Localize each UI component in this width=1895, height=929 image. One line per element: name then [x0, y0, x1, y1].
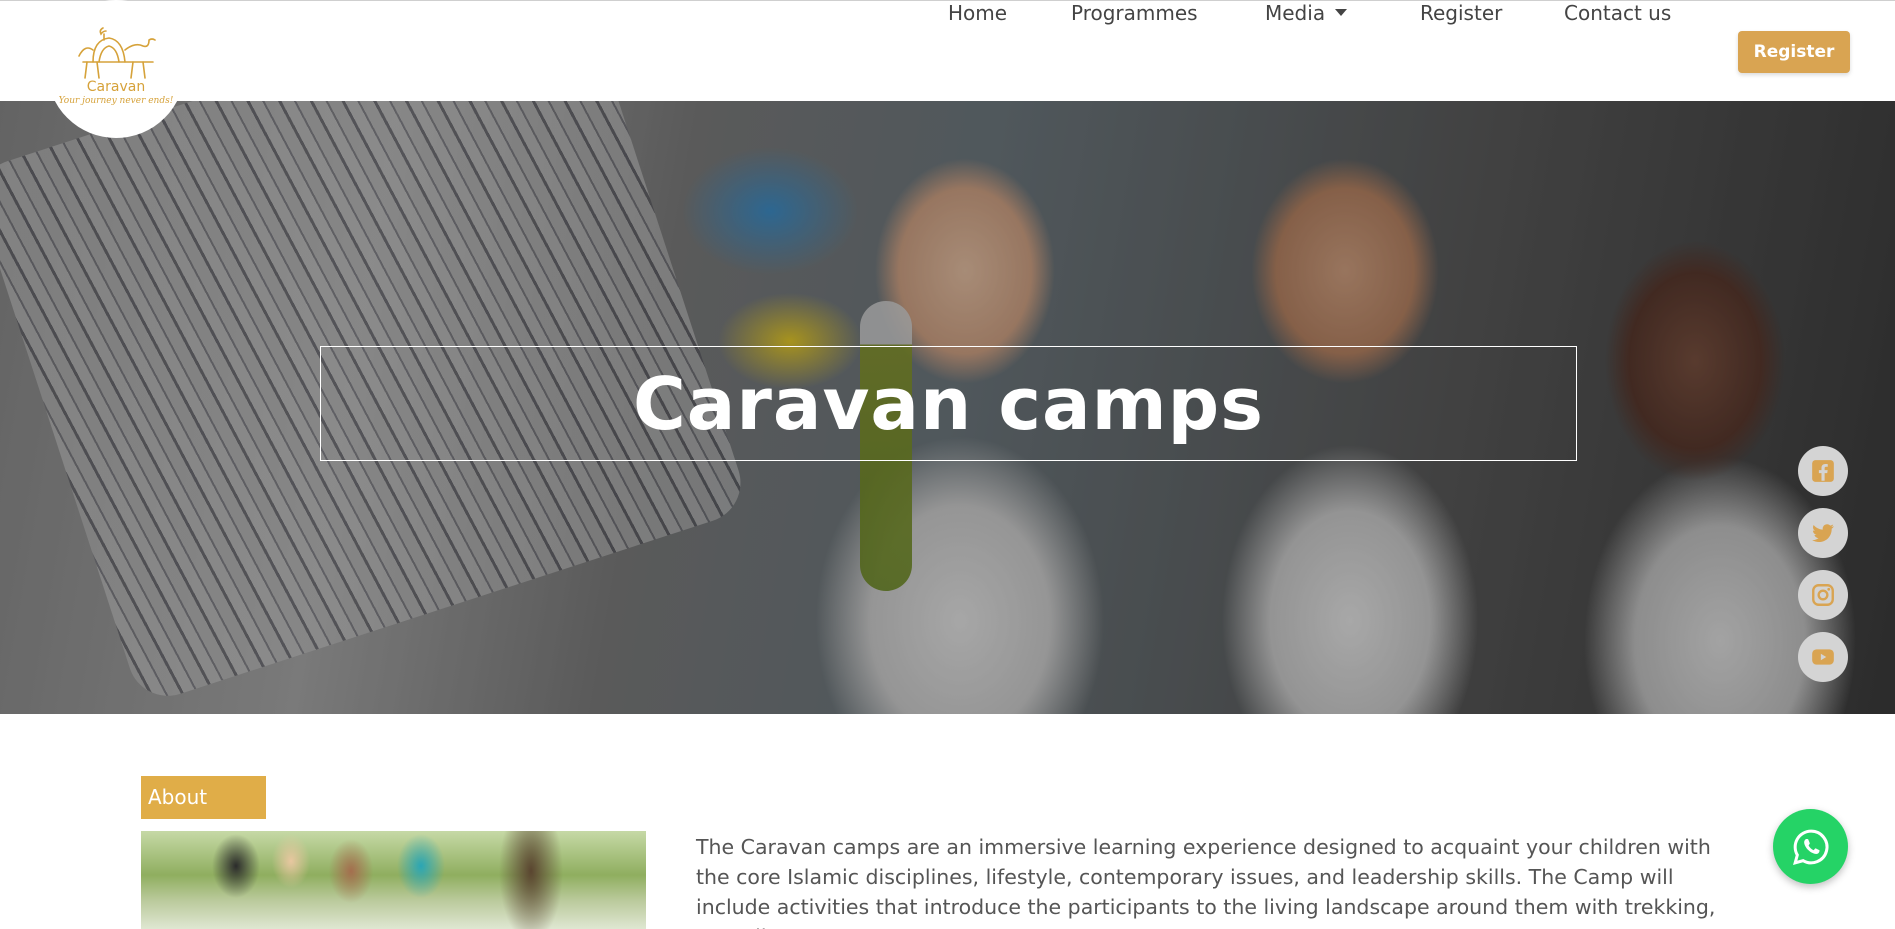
camel-caravan-logo-icon — [78, 27, 156, 79]
nav-contact-us[interactable]: Contact us — [1564, 1, 1671, 31]
hero-title-frame: Caravan camps — [320, 346, 1577, 461]
site-header: Home Programmes Media Register Contact u… — [0, 0, 1895, 101]
about-photo — [141, 831, 646, 929]
twitter-icon — [1812, 524, 1834, 542]
hero-title: Caravan camps — [632, 361, 1265, 446]
nav-home[interactable]: Home — [948, 1, 1007, 31]
facebook-icon — [1812, 460, 1834, 482]
instagram-icon — [1812, 584, 1834, 606]
facebook-button[interactable] — [1798, 446, 1848, 496]
nav-media-label: Media — [1265, 1, 1326, 25]
hero-banner: Caravan camps — [0, 101, 1895, 714]
youtube-button[interactable] — [1798, 632, 1848, 682]
about-heading: About — [141, 776, 266, 819]
nav-register[interactable]: Register — [1420, 1, 1502, 31]
youtube-icon — [1812, 649, 1834, 665]
about-text: The Caravan camps are an immersive learn… — [696, 835, 1716, 929]
instagram-button[interactable] — [1798, 570, 1848, 620]
register-button[interactable]: Register — [1738, 31, 1850, 73]
twitter-button[interactable] — [1798, 508, 1848, 558]
logo-name: Caravan — [86, 79, 146, 95]
whatsapp-button[interactable] — [1773, 809, 1848, 884]
chevron-down-icon — [1335, 9, 1348, 16]
nav-media[interactable]: Media — [1265, 1, 1348, 31]
nav-programmes[interactable]: Programmes — [1071, 1, 1198, 31]
whatsapp-icon — [1792, 829, 1828, 865]
logo-tagline: Your journey never ends! — [58, 96, 174, 106]
site-logo[interactable]: Caravan Your journey never ends! — [47, 0, 185, 138]
